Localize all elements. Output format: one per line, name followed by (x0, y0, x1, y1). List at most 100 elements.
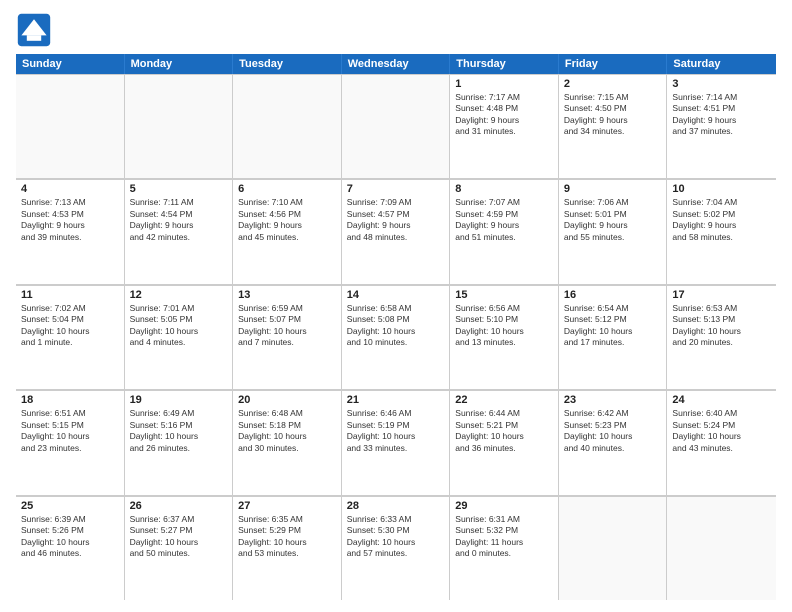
calendar-cell: 11 Sunrise: 7:02 AM Sunset: 5:04 PM Dayli… (16, 285, 125, 389)
cell-info: Sunrise: 7:04 AM Sunset: 5:02 PM Dayligh… (672, 197, 771, 243)
weekday-header: Friday (559, 54, 668, 74)
cell-info: Sunrise: 6:59 AM Sunset: 5:07 PM Dayligh… (238, 303, 336, 349)
weekday-header: Thursday (450, 54, 559, 74)
calendar-cell: 17 Sunrise: 6:53 AM Sunset: 5:13 PM Dayli… (667, 285, 776, 389)
cell-info: Sunrise: 6:46 AM Sunset: 5:19 PM Dayligh… (347, 408, 445, 454)
calendar-row: 11 Sunrise: 7:02 AM Sunset: 5:04 PM Dayli… (16, 285, 776, 390)
calendar-cell: 21 Sunrise: 6:46 AM Sunset: 5:19 PM Dayli… (342, 390, 451, 494)
calendar-cell: 28 Sunrise: 6:33 AM Sunset: 5:30 PM Dayli… (342, 496, 451, 600)
cell-info: Sunrise: 6:35 AM Sunset: 5:29 PM Dayligh… (238, 514, 336, 560)
day-number: 27 (238, 500, 336, 512)
day-number: 28 (347, 500, 445, 512)
day-number: 3 (672, 78, 771, 90)
calendar-cell: 24Sunrise: 6:40 AM Sunset: 5:24 PM Dayli… (667, 390, 776, 494)
calendar-row: 25 Sunrise: 6:39 AM Sunset: 5:26 PM Dayli… (16, 496, 776, 600)
day-number: 19 (130, 394, 228, 406)
cell-info: Sunrise: 6:48 AM Sunset: 5:18 PM Dayligh… (238, 408, 336, 454)
cell-info: Sunrise: 7:15 AM Sunset: 4:50 PM Dayligh… (564, 92, 662, 138)
logo-icon (16, 12, 52, 48)
calendar-cell: 18 Sunrise: 6:51 AM Sunset: 5:15 PM Dayli… (16, 390, 125, 494)
cell-info: Sunrise: 6:40 AM Sunset: 5:24 PM Dayligh… (672, 408, 771, 454)
calendar-cell (125, 74, 234, 178)
calendar-cell: 5 Sunrise: 7:11 AM Sunset: 4:54 PM Daylig… (125, 179, 234, 283)
weekday-header: Monday (125, 54, 234, 74)
cell-info: Sunrise: 7:02 AM Sunset: 5:04 PM Dayligh… (21, 303, 119, 349)
cell-info: Sunrise: 6:39 AM Sunset: 5:26 PM Dayligh… (21, 514, 119, 560)
cell-info: Sunrise: 6:49 AM Sunset: 5:16 PM Dayligh… (130, 408, 228, 454)
cell-info: Sunrise: 7:17 AM Sunset: 4:48 PM Dayligh… (455, 92, 553, 138)
calendar-cell: 4 Sunrise: 7:13 AM Sunset: 4:53 PM Daylig… (16, 179, 125, 283)
cell-info: Sunrise: 6:53 AM Sunset: 5:13 PM Dayligh… (672, 303, 771, 349)
cell-info: Sunrise: 7:13 AM Sunset: 4:53 PM Dayligh… (21, 197, 119, 243)
day-number: 26 (130, 500, 228, 512)
header (16, 12, 776, 48)
weekday-header: Tuesday (233, 54, 342, 74)
cell-info: Sunrise: 7:09 AM Sunset: 4:57 PM Dayligh… (347, 197, 445, 243)
day-number: 18 (21, 394, 119, 406)
day-number: 20 (238, 394, 336, 406)
page: SundayMondayTuesdayWednesdayThursdayFrid… (0, 0, 792, 612)
calendar-cell: 13Sunrise: 6:59 AM Sunset: 5:07 PM Dayli… (233, 285, 342, 389)
day-number: 10 (672, 183, 771, 195)
calendar-cell: 22Sunrise: 6:44 AM Sunset: 5:21 PM Dayli… (450, 390, 559, 494)
cell-info: Sunrise: 6:44 AM Sunset: 5:21 PM Dayligh… (455, 408, 553, 454)
weekday-header: Sunday (16, 54, 125, 74)
day-number: 9 (564, 183, 662, 195)
day-number: 1 (455, 78, 553, 90)
cell-info: Sunrise: 6:42 AM Sunset: 5:23 PM Dayligh… (564, 408, 662, 454)
calendar-cell: 2Sunrise: 7:15 AM Sunset: 4:50 PM Daylig… (559, 74, 668, 178)
weekday-header: Saturday (667, 54, 776, 74)
calendar-cell: 3 Sunrise: 7:14 AM Sunset: 4:51 PM Daylig… (667, 74, 776, 178)
calendar-cell: 14 Sunrise: 6:58 AM Sunset: 5:08 PM Dayli… (342, 285, 451, 389)
day-number: 29 (455, 500, 553, 512)
cell-info: Sunrise: 7:06 AM Sunset: 5:01 PM Dayligh… (564, 197, 662, 243)
calendar-cell: 26 Sunrise: 6:37 AM Sunset: 5:27 PM Dayli… (125, 496, 234, 600)
day-number: 6 (238, 183, 336, 195)
calendar-cell: 10 Sunrise: 7:04 AM Sunset: 5:02 PM Dayli… (667, 179, 776, 283)
cell-info: Sunrise: 7:01 AM Sunset: 5:05 PM Dayligh… (130, 303, 228, 349)
calendar-cell: 12 Sunrise: 7:01 AM Sunset: 5:05 PM Dayli… (125, 285, 234, 389)
calendar-cell (667, 496, 776, 600)
day-number: 4 (21, 183, 119, 195)
cell-info: Sunrise: 7:07 AM Sunset: 4:59 PM Dayligh… (455, 197, 553, 243)
day-number: 17 (672, 289, 771, 301)
cell-info: Sunrise: 6:56 AM Sunset: 5:10 PM Dayligh… (455, 303, 553, 349)
calendar-cell (559, 496, 668, 600)
cell-info: Sunrise: 7:14 AM Sunset: 4:51 PM Dayligh… (672, 92, 771, 138)
calendar-row: 4 Sunrise: 7:13 AM Sunset: 4:53 PM Daylig… (16, 179, 776, 284)
calendar-cell (342, 74, 451, 178)
cell-info: Sunrise: 7:10 AM Sunset: 4:56 PM Dayligh… (238, 197, 336, 243)
calendar-cell (16, 74, 125, 178)
cell-info: Sunrise: 7:11 AM Sunset: 4:54 PM Dayligh… (130, 197, 228, 243)
calendar-cell: 19 Sunrise: 6:49 AM Sunset: 5:16 PM Dayli… (125, 390, 234, 494)
day-number: 16 (564, 289, 662, 301)
cell-info: Sunrise: 6:33 AM Sunset: 5:30 PM Dayligh… (347, 514, 445, 560)
day-number: 11 (21, 289, 119, 301)
cell-info: Sunrise: 6:58 AM Sunset: 5:08 PM Dayligh… (347, 303, 445, 349)
day-number: 8 (455, 183, 553, 195)
calendar-cell: 7 Sunrise: 7:09 AM Sunset: 4:57 PM Daylig… (342, 179, 451, 283)
cell-info: Sunrise: 6:51 AM Sunset: 5:15 PM Dayligh… (21, 408, 119, 454)
calendar-cell: 1 Sunrise: 7:17 AM Sunset: 4:48 PM Daylig… (450, 74, 559, 178)
calendar-cell: 6 Sunrise: 7:10 AM Sunset: 4:56 PM Daylig… (233, 179, 342, 283)
day-number: 25 (21, 500, 119, 512)
day-number: 14 (347, 289, 445, 301)
day-number: 5 (130, 183, 228, 195)
calendar-body: 1 Sunrise: 7:17 AM Sunset: 4:48 PM Daylig… (16, 74, 776, 600)
weekday-header: Wednesday (342, 54, 451, 74)
logo (16, 12, 56, 48)
calendar-row: 18 Sunrise: 6:51 AM Sunset: 5:15 PM Dayli… (16, 390, 776, 495)
cell-info: Sunrise: 6:37 AM Sunset: 5:27 PM Dayligh… (130, 514, 228, 560)
calendar-cell: 9 Sunrise: 7:06 AM Sunset: 5:01 PM Daylig… (559, 179, 668, 283)
day-number: 15 (455, 289, 553, 301)
day-number: 7 (347, 183, 445, 195)
calendar-cell: 27 Sunrise: 6:35 AM Sunset: 5:29 PM Dayli… (233, 496, 342, 600)
day-number: 21 (347, 394, 445, 406)
calendar-cell: 25 Sunrise: 6:39 AM Sunset: 5:26 PM Dayli… (16, 496, 125, 600)
cell-info: Sunrise: 6:31 AM Sunset: 5:32 PM Dayligh… (455, 514, 553, 560)
day-number: 12 (130, 289, 228, 301)
calendar-cell (233, 74, 342, 178)
calendar-row: 1 Sunrise: 7:17 AM Sunset: 4:48 PM Daylig… (16, 74, 776, 179)
cell-info: Sunrise: 6:54 AM Sunset: 5:12 PM Dayligh… (564, 303, 662, 349)
calendar-cell: 29 Sunrise: 6:31 AM Sunset: 5:32 PM Dayli… (450, 496, 559, 600)
